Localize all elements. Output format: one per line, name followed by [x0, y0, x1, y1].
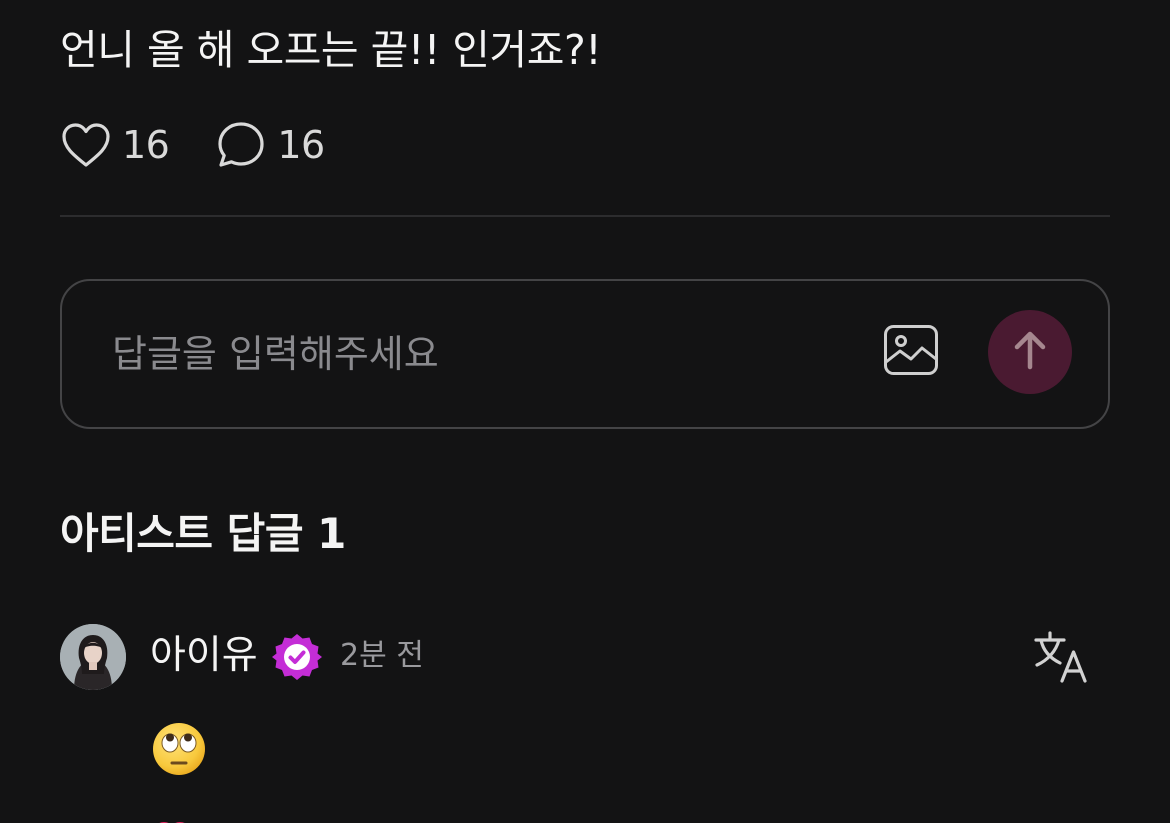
partial-emoji: [152, 814, 196, 823]
author-name[interactable]: 아이유: [150, 628, 258, 684]
like-count: 16: [122, 123, 170, 167]
avatar[interactable]: [60, 624, 126, 690]
comment-time: 2분 전: [340, 638, 424, 673]
verified-badge-icon: [272, 632, 322, 682]
face-with-rolling-eyes-emoji: [152, 722, 206, 776]
attach-image-button[interactable]: [880, 323, 942, 381]
translate-button[interactable]: [1034, 630, 1090, 684]
reply-composer: [60, 279, 1110, 429]
speech-bubble-icon: [215, 119, 267, 171]
post-detail-screen: 언니 올 해 오프는 끝!! 인거죠?! 16 16 답글을 입력해주세요 아티…: [0, 0, 1170, 823]
send-button[interactable]: [988, 310, 1072, 394]
heart-icon: [60, 119, 112, 171]
comment-count: 16: [277, 123, 325, 167]
like-button[interactable]: 16: [60, 119, 170, 171]
translate-icon: [1034, 631, 1090, 688]
divider: [60, 215, 1110, 217]
comment-button[interactable]: 16: [215, 119, 325, 171]
post-text: 언니 올 해 오프는 끝!! 인거죠?!: [60, 26, 602, 74]
artist-comment: 아이유 2분 전: [60, 624, 1110, 690]
artist-replies-title: 아티스트 답글 1: [60, 509, 346, 558]
arrow-up-icon: [1012, 330, 1048, 374]
image-icon: [883, 324, 939, 380]
post-actions: 16 16: [60, 118, 325, 172]
reply-input[interactable]: [110, 321, 854, 387]
